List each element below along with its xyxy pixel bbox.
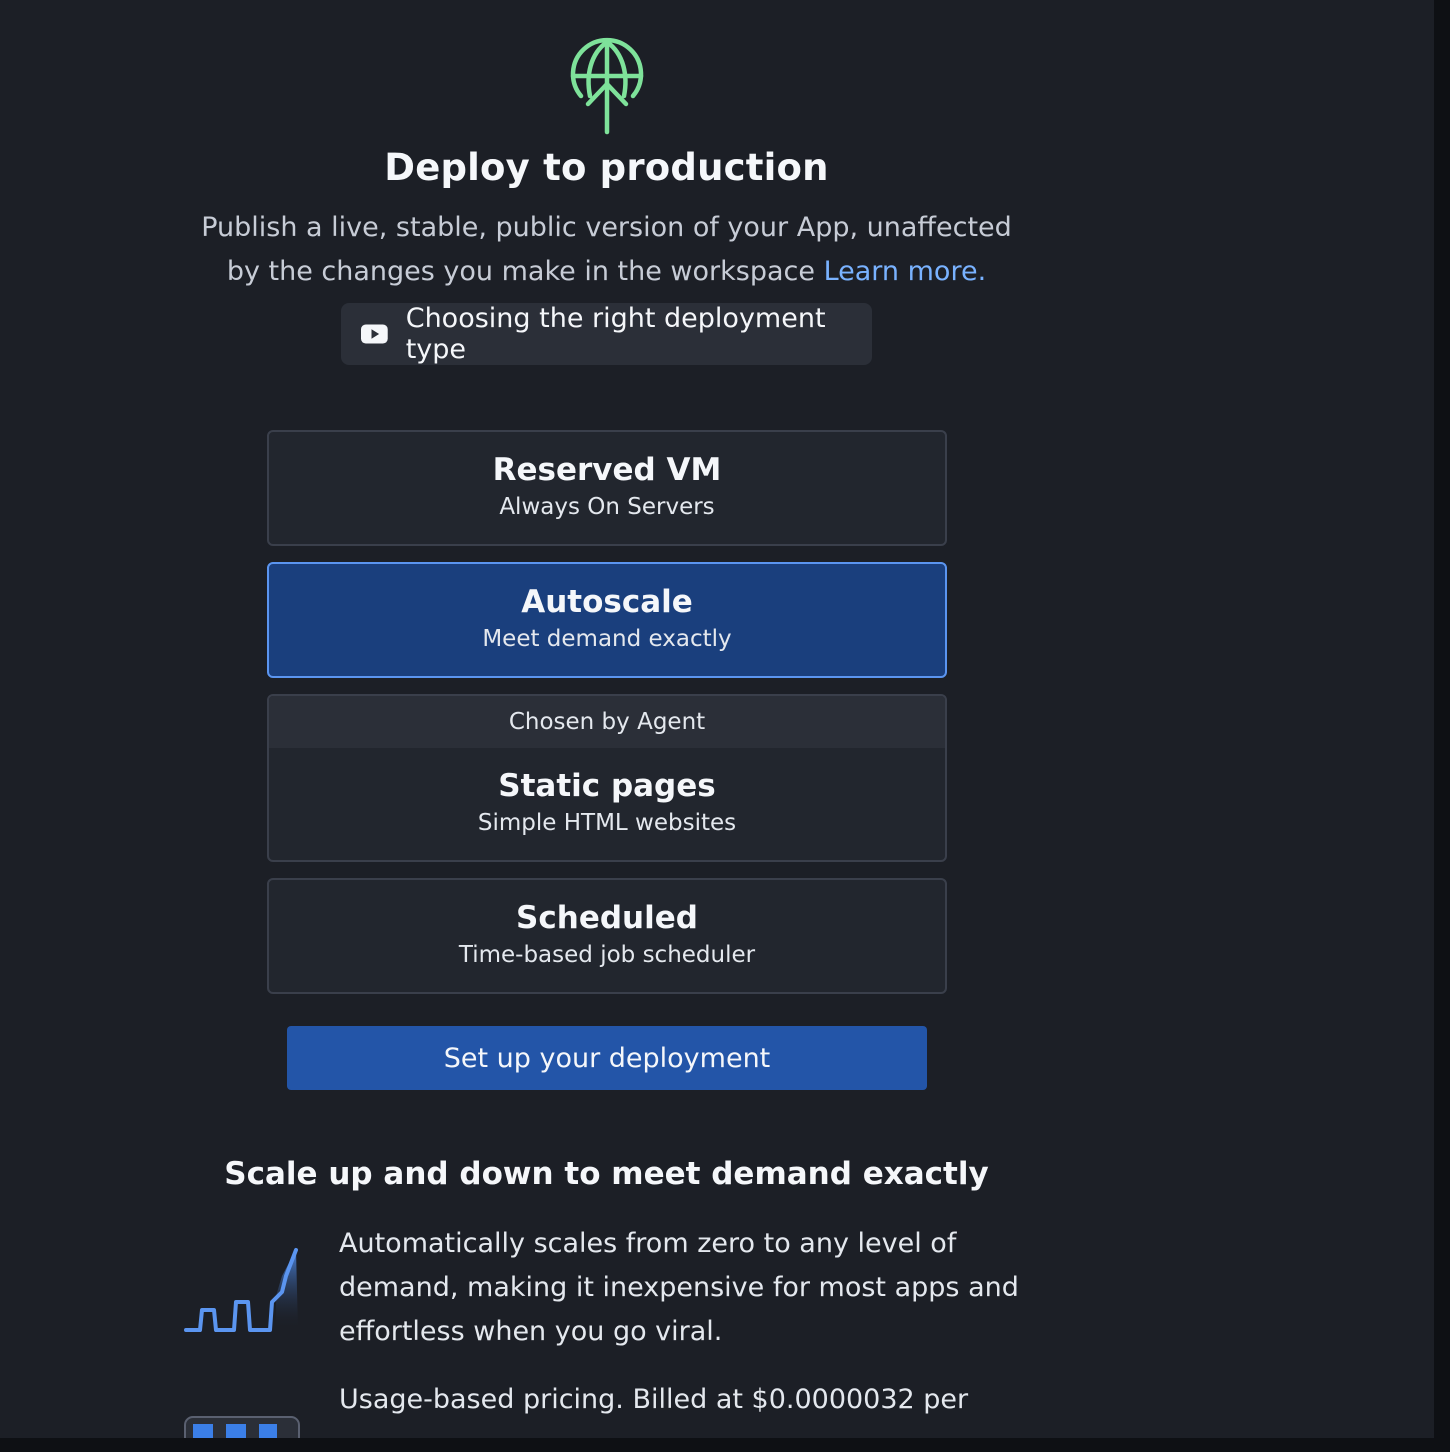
details-title: Scale up and down to meet demand exactly (224, 1156, 989, 1192)
option-subtitle: Simple HTML websites (477, 810, 737, 836)
youtube-play-icon (361, 324, 388, 344)
deployment-page: Deploy to production Publish a live, sta… (0, 0, 1450, 1452)
option-name: Static pages (498, 768, 716, 804)
globe-upload-icon (570, 37, 644, 135)
option-name: Autoscale (521, 584, 693, 620)
option-scheduled[interactable]: Scheduled Time-based job scheduler (267, 878, 947, 994)
feature-autoscale-text: Automatically scales from zero to any le… (339, 1228, 1019, 1347)
bottom-edge (0, 1438, 1450, 1452)
chosen-by-agent-badge: Chosen by Agent (269, 696, 945, 748)
demand-graph-icon (184, 1248, 298, 1332)
option-subtitle: Time-based job scheduler (458, 942, 756, 968)
page-title: Deploy to production (384, 146, 829, 189)
feature-pricing-text: Usage-based pricing. Billed at $0.000003… (339, 1384, 969, 1415)
option-name: Scheduled (516, 900, 698, 936)
setup-deployment-button[interactable]: Set up your deployment (287, 1026, 927, 1090)
option-subtitle: Always On Servers (499, 494, 715, 520)
learn-more-link[interactable]: Learn more. (824, 256, 987, 287)
option-subtitle: Meet demand exactly (482, 626, 732, 652)
video-guide-button[interactable]: Choosing the right deployment type (341, 303, 872, 365)
option-static-pages[interactable]: Chosen by Agent Static pages Simple HTML… (267, 694, 947, 862)
video-guide-label: Choosing the right deployment type (405, 303, 826, 365)
option-reserved-vm[interactable]: Reserved VM Always On Servers (267, 430, 947, 546)
scrollbar-track[interactable] (1434, 0, 1450, 1452)
page-description: Publish a live, stable, public version o… (200, 206, 1013, 294)
option-autoscale[interactable]: Autoscale Meet demand exactly (267, 562, 947, 678)
option-name: Reserved VM (492, 452, 722, 488)
